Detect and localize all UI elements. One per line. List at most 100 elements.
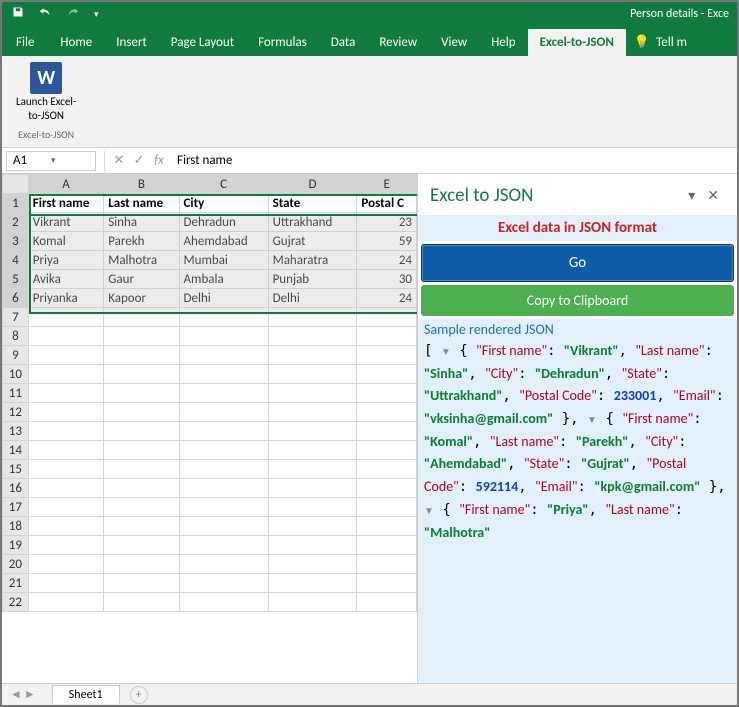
col-header[interactable]: B	[104, 175, 179, 194]
tab-help[interactable]: Help	[479, 29, 527, 56]
cell[interactable]: Priya	[28, 251, 103, 270]
cell[interactable]	[104, 555, 179, 574]
cell[interactable]	[268, 346, 357, 365]
cell[interactable]	[179, 593, 268, 612]
cell[interactable]	[268, 479, 357, 498]
cell[interactable]	[179, 536, 268, 555]
cell[interactable]	[179, 441, 268, 460]
cell[interactable]: 59	[357, 232, 417, 251]
cell[interactable]	[268, 517, 357, 536]
cell[interactable]	[357, 498, 417, 517]
go-button[interactable]: Go	[421, 244, 734, 282]
undo-icon[interactable]	[38, 6, 52, 22]
cell[interactable]	[179, 422, 268, 441]
cell[interactable]	[357, 365, 417, 384]
fx-icon[interactable]: fx	[149, 153, 169, 168]
cell[interactable]: Ahemdabad	[179, 232, 268, 251]
cell[interactable]	[179, 308, 268, 327]
cell[interactable]	[104, 460, 179, 479]
cell[interactable]	[104, 308, 179, 327]
tab-review[interactable]: Review	[367, 29, 429, 56]
cell[interactable]	[268, 441, 357, 460]
cell[interactable]: Maharatra	[268, 251, 357, 270]
cell[interactable]	[28, 555, 103, 574]
cell[interactable]	[179, 365, 268, 384]
spreadsheet-grid[interactable]: ABCDE1First nameLast nameCityStatePostal…	[2, 174, 417, 683]
cell[interactable]	[357, 441, 417, 460]
cell[interactable]	[179, 574, 268, 593]
cell[interactable]	[179, 479, 268, 498]
cell[interactable]	[28, 517, 103, 536]
enter-icon[interactable]: ✓	[129, 153, 149, 168]
tab-page-layout[interactable]: Page Layout	[159, 29, 246, 56]
row-header[interactable]: 12	[3, 403, 29, 422]
cell[interactable]	[268, 536, 357, 555]
cell[interactable]: Parekh	[104, 232, 179, 251]
cell[interactable]	[28, 384, 103, 403]
row-header[interactable]: 2	[3, 213, 29, 232]
cell[interactable]	[104, 517, 179, 536]
cell[interactable]	[104, 574, 179, 593]
cell[interactable]: Postal C	[357, 194, 417, 213]
name-box-dropdown-icon[interactable]: ▾	[51, 155, 89, 166]
cell[interactable]	[268, 498, 357, 517]
cell[interactable]	[357, 403, 417, 422]
row-header[interactable]: 10	[3, 365, 29, 384]
row-header[interactable]: 5	[3, 270, 29, 289]
cell[interactable]: Gujrat	[268, 232, 357, 251]
cell[interactable]	[104, 498, 179, 517]
cell[interactable]	[357, 460, 417, 479]
cell[interactable]	[104, 479, 179, 498]
cell[interactable]	[104, 536, 179, 555]
cell[interactable]	[104, 327, 179, 346]
row-header[interactable]: 20	[3, 555, 29, 574]
cell[interactable]	[104, 593, 179, 612]
row-header[interactable]: 22	[3, 593, 29, 612]
cell[interactable]: Avika	[28, 270, 103, 289]
cell[interactable]: Vikrant	[28, 213, 103, 232]
tell-me[interactable]: 💡 Tell m	[626, 29, 695, 56]
cell[interactable]	[104, 365, 179, 384]
cell[interactable]	[28, 536, 103, 555]
cell[interactable]	[357, 346, 417, 365]
cell[interactable]: Mumbai	[179, 251, 268, 270]
cell[interactable]	[268, 574, 357, 593]
cell[interactable]	[28, 479, 103, 498]
cell[interactable]	[28, 441, 103, 460]
row-header[interactable]: 19	[3, 536, 29, 555]
cell[interactable]	[268, 422, 357, 441]
sheet-tab-1[interactable]: Sheet1	[52, 685, 120, 704]
cell[interactable]	[357, 384, 417, 403]
row-header[interactable]: 9	[3, 346, 29, 365]
cell[interactable]	[179, 327, 268, 346]
cell[interactable]	[104, 403, 179, 422]
tab-excel-to-json[interactable]: Excel-to-JSON	[528, 29, 626, 56]
cell[interactable]	[268, 365, 357, 384]
row-header[interactable]: 11	[3, 384, 29, 403]
redo-icon[interactable]	[66, 6, 80, 22]
cell[interactable]	[268, 593, 357, 612]
pane-close-icon[interactable]: ✕	[701, 187, 725, 204]
row-header[interactable]: 7	[3, 308, 29, 327]
cell[interactable]: Priyanka	[28, 289, 103, 308]
tab-insert[interactable]: Insert	[104, 29, 159, 56]
pane-menu-icon[interactable]: ▾	[682, 187, 701, 204]
cell[interactable]	[28, 327, 103, 346]
row-header[interactable]: 13	[3, 422, 29, 441]
cell[interactable]: Delhi	[179, 289, 268, 308]
cell[interactable]	[268, 403, 357, 422]
cell[interactable]	[357, 593, 417, 612]
cell[interactable]: Sinha	[104, 213, 179, 232]
cell[interactable]	[268, 308, 357, 327]
cell[interactable]: City	[179, 194, 268, 213]
cell[interactable]	[28, 460, 103, 479]
cell[interactable]: Malhotra	[104, 251, 179, 270]
cell[interactable]: Ambala	[179, 270, 268, 289]
cell[interactable]	[357, 308, 417, 327]
sheet-nav-next-icon[interactable]: ►	[24, 687, 36, 702]
col-header[interactable]: E	[357, 175, 417, 194]
cancel-icon[interactable]: ✕	[109, 153, 129, 168]
cell[interactable]	[357, 422, 417, 441]
cell[interactable]: 30	[357, 270, 417, 289]
save-icon[interactable]	[12, 6, 24, 22]
